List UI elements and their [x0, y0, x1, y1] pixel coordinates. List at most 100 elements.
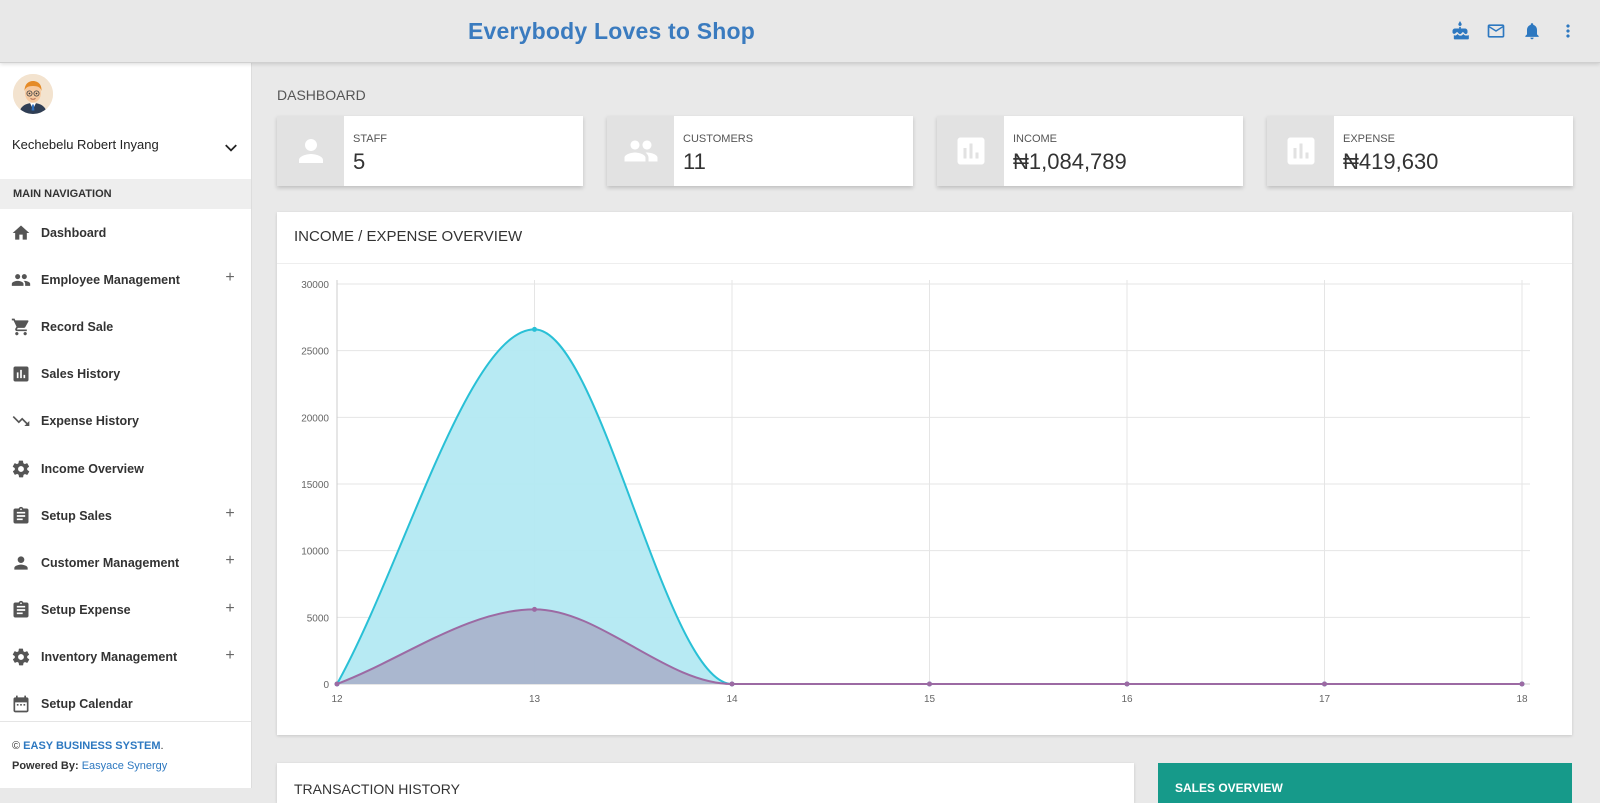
x-tick-label: 16	[1121, 694, 1133, 705]
calendar-icon	[11, 694, 31, 714]
x-tick-label: 14	[726, 694, 738, 705]
y-tick-label: 0	[323, 680, 329, 691]
people-icon	[11, 270, 31, 290]
main-content: DASHBOARD STAFF 5 CUSTOMERS 11 INCOME ₦1…	[252, 63, 1600, 803]
sales-overview-panel: SALES OVERVIEW	[1158, 763, 1572, 803]
series-1-point	[532, 606, 537, 612]
top-bar: Everybody Loves to Shop	[0, 0, 1600, 63]
sidebar-item-sales-history[interactable]: Sales History	[0, 351, 251, 398]
sidebar-item-dashboard[interactable]: Dashboard	[0, 209, 251, 256]
gear-icon	[11, 647, 31, 667]
clipboard-icon	[11, 506, 31, 526]
stat-value: 11	[683, 149, 706, 174]
sidebar-item-inventory-management[interactable]: Inventory Management +	[0, 634, 251, 681]
sidebar-item-customer-management[interactable]: Customer Management +	[0, 539, 251, 586]
powered-by-line: Powered By: Easyace Synergy	[12, 756, 239, 776]
sidebar-item-income-overview[interactable]: Income Overview	[0, 445, 251, 492]
stat-value: ₦419,630	[1343, 149, 1439, 174]
sidebar-item-label: Setup Expense	[41, 603, 131, 618]
stat-label: STAFF	[353, 133, 388, 145]
sidebar: Kechebelu Robert Inyang MAIN NAVIGATION …	[0, 63, 252, 788]
y-tick-label: 10000	[301, 547, 329, 558]
sidebar-item-label: Setup Calendar	[41, 697, 133, 712]
bar-chart-icon	[937, 116, 1004, 186]
sidebar-footer: © EASY BUSINESS SYSTEM. Powered By: Easy…	[0, 721, 251, 788]
nav-header: MAIN NAVIGATION	[0, 179, 251, 209]
sidebar-item-label: Inventory Management	[41, 650, 178, 665]
cake-icon[interactable]	[1450, 20, 1470, 42]
sidebar-item-expense-history[interactable]: Expense History	[0, 398, 251, 445]
y-tick-label: 25000	[301, 347, 329, 358]
brand-link[interactable]: EASY BUSINESS SYSTEM	[23, 740, 160, 752]
series-1-point	[1124, 681, 1130, 687]
clipboard-icon	[11, 600, 31, 620]
stat-value: ₦1,084,789	[1013, 149, 1127, 174]
gear-icon	[11, 459, 31, 479]
expand-plus-icon[interactable]: +	[223, 600, 237, 617]
sales-overview-title: SALES OVERVIEW	[1175, 781, 1283, 795]
user-panel: Kechebelu Robert Inyang	[0, 63, 251, 179]
expand-plus-icon[interactable]: +	[223, 270, 237, 286]
expand-plus-icon[interactable]: +	[223, 647, 237, 664]
mail-icon[interactable]	[1486, 20, 1506, 42]
app-title: Everybody Loves to Shop	[468, 18, 756, 44]
copyright-line: © EASY BUSINESS SYSTEM.	[12, 736, 239, 756]
series-1-point	[1322, 681, 1327, 687]
powered-by-label: Powered By:	[12, 760, 79, 772]
person-icon	[277, 116, 344, 186]
chart-panel-title: INCOME / EXPENSE OVERVIEW	[294, 228, 523, 245]
stat-card-customers[interactable]: CUSTOMERS 11	[607, 116, 913, 186]
expand-plus-icon[interactable]: +	[223, 506, 237, 522]
x-tick-label: 15	[924, 694, 936, 705]
stat-label: INCOME	[1013, 133, 1057, 145]
x-tick-label: 18	[1516, 694, 1528, 705]
copyright-period: .	[160, 740, 164, 752]
series-1-point	[729, 681, 735, 687]
sidebar-item-label: Sales History	[41, 367, 121, 382]
page-title: DASHBOARD	[277, 87, 366, 103]
series-1-point	[927, 681, 932, 687]
sidebar-item-record-sale[interactable]: Record Sale	[0, 303, 251, 350]
sidebar-item-label: Setup Sales	[41, 508, 112, 523]
expand-plus-icon[interactable]: +	[223, 553, 237, 569]
home-icon	[11, 223, 31, 243]
sidebar-item-label: Customer Management	[41, 555, 180, 570]
more-vert-icon[interactable]	[1558, 20, 1578, 42]
people-icon	[607, 116, 674, 186]
stat-value: 5	[353, 149, 366, 174]
bar-chart-icon	[1267, 116, 1334, 186]
user-name: Kechebelu Robert Inyang	[12, 137, 159, 152]
top-icons	[1450, 20, 1578, 42]
x-tick-label: 13	[529, 694, 541, 705]
sidebar-item-setup-sales[interactable]: Setup Sales +	[0, 492, 251, 539]
sidebar-item-label: Dashboard	[41, 225, 107, 240]
sidebar-item-employee-management[interactable]: Employee Management +	[0, 256, 251, 303]
y-tick-label: 30000	[301, 280, 329, 291]
income-expense-chart: 0 5000 10000 15000 20000 25000 30000 12 13 14 15 16…	[301, 280, 1530, 705]
y-tick-label: 15000	[301, 480, 329, 491]
chevron-down-icon[interactable]	[224, 141, 238, 155]
stat-card-staff[interactable]: STAFF 5	[277, 116, 583, 186]
sidebar-item-setup-expense[interactable]: Setup Expense +	[0, 587, 251, 634]
series-1-point	[334, 681, 340, 687]
stat-card-expense[interactable]: EXPENSE ₦419,630	[1267, 116, 1573, 186]
series-0-point	[532, 326, 537, 332]
powered-by-link[interactable]: Easyace Synergy	[82, 760, 168, 772]
sidebar-item-label: Employee Management	[41, 272, 180, 287]
person-icon	[11, 553, 31, 573]
bell-icon[interactable]	[1522, 20, 1542, 42]
trending-down-icon	[11, 411, 31, 431]
transaction-history-title: TRANSACTION HISTORY	[294, 781, 460, 797]
stat-card-income[interactable]: INCOME ₦1,084,789	[937, 116, 1243, 186]
sidebar-item-label: Expense History	[41, 414, 139, 429]
bar-chart-icon	[11, 364, 31, 384]
avatar[interactable]	[13, 74, 53, 114]
series-1-point	[1519, 681, 1525, 687]
y-tick-label: 5000	[307, 613, 330, 624]
stat-label: CUSTOMERS	[683, 133, 754, 145]
sidebar-item-label: Record Sale	[41, 319, 114, 334]
y-tick-label: 20000	[301, 413, 329, 424]
sidebar-item-label: Income Overview	[41, 461, 144, 476]
income-expense-panel: INCOME / EXPENSE OVERVIEW 0 5000 10000 1500…	[277, 212, 1572, 735]
x-tick-label: 12	[331, 694, 343, 705]
